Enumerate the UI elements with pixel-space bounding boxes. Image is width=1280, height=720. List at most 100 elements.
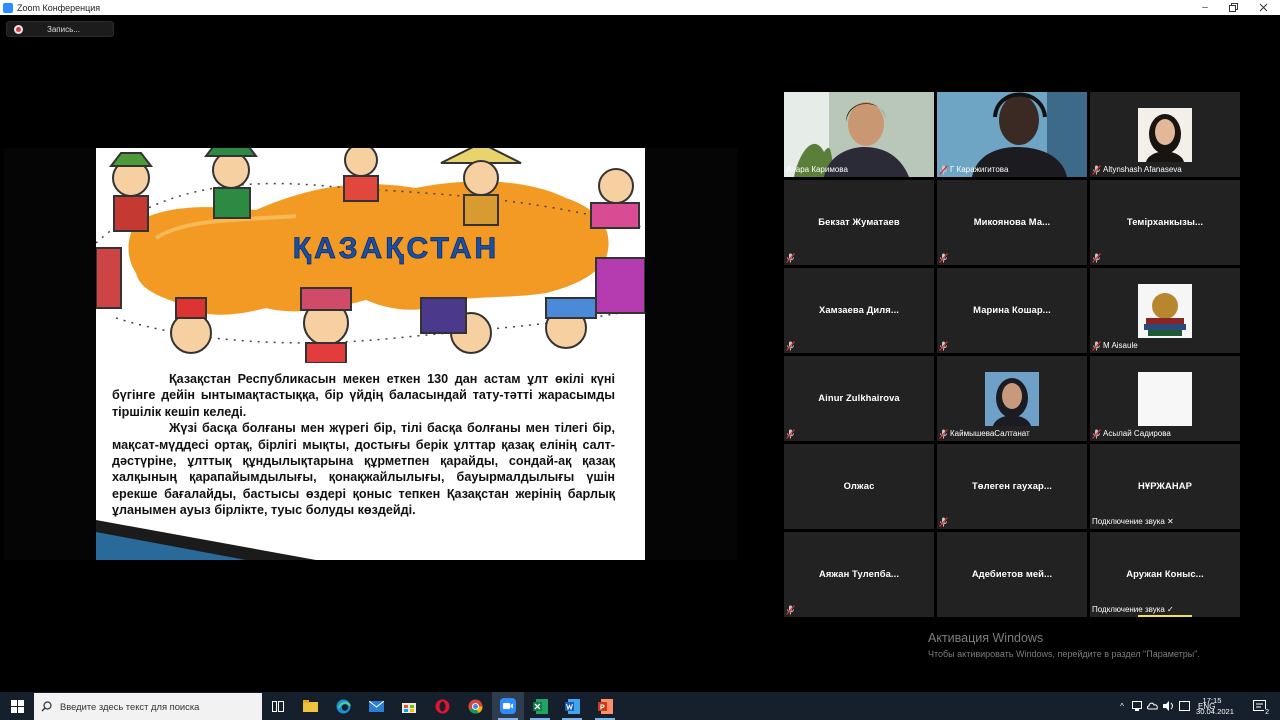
zoom-taskbar-button[interactable] xyxy=(492,692,524,720)
mail-button[interactable] xyxy=(360,692,392,720)
participant-tile[interactable]: Олжас xyxy=(784,444,934,529)
profile-photo-frame xyxy=(1138,108,1192,162)
participant-tile[interactable]: Г Каражигитова xyxy=(937,92,1087,177)
audio-status-label: Подключение звука ✕ xyxy=(1092,517,1174,526)
participant-label xyxy=(939,516,950,527)
windows-logo-icon xyxy=(10,699,24,713)
profile-photo xyxy=(1138,372,1192,426)
participant-label xyxy=(786,252,797,263)
mic-muted-icon xyxy=(939,428,948,439)
mic-muted-icon xyxy=(786,604,795,615)
participant-name: Олжас xyxy=(843,480,875,491)
activation-watermark-text: Чтобы активировать Windows, перейдите в … xyxy=(928,649,1200,659)
powerpoint-button[interactable]: P xyxy=(589,692,621,720)
notifications-button[interactable]: 2 xyxy=(1246,692,1274,720)
mic-muted-icon xyxy=(1092,340,1101,351)
audio-status-label: Подключение звука ✓ xyxy=(1092,605,1174,614)
task-view-icon xyxy=(272,700,284,712)
network-icon[interactable] xyxy=(1132,701,1142,711)
participant-name: Ainur Zulkhairova xyxy=(818,392,900,403)
participant-tile[interactable]: Марина Кошар... xyxy=(937,268,1087,353)
participant-tile[interactable]: Микоянова Ма... xyxy=(937,180,1087,265)
restore-icon xyxy=(1228,3,1238,12)
participant-label: КаймышеваСалтанат xyxy=(939,428,1030,439)
excel-button[interactable] xyxy=(524,692,556,720)
participant-label xyxy=(786,604,797,615)
participant-tile[interactable]: Темірханкызы... xyxy=(1090,180,1240,265)
participant-name: Анара Каримова xyxy=(786,165,848,174)
participant-name: Микоянова Ма... xyxy=(973,216,1051,227)
participant-name: Марина Кошар... xyxy=(973,304,1051,315)
participant-tile[interactable]: НҰРЖАНАР Подключение звука ✕ xyxy=(1090,444,1240,529)
profile-photo-frame xyxy=(1138,372,1192,426)
participant-tile[interactable]: Анара Каримова xyxy=(784,92,934,177)
participant-tile[interactable]: Аружан Коныс... Подключение звука ✓ xyxy=(1090,532,1240,617)
mic-muted-icon xyxy=(939,516,948,527)
participant-tile[interactable]: Адебиетов мей... xyxy=(937,532,1087,617)
child-figure-7 xyxy=(300,287,352,363)
participant-tile[interactable]: Асылай Садирова xyxy=(1090,356,1240,441)
word-button[interactable] xyxy=(556,692,588,720)
search-placeholder: Введите здесь текст для поиска xyxy=(60,701,200,712)
input-indicator-icon[interactable] xyxy=(1179,701,1190,711)
shared-screen: ҚАЗАҚСТАН Қазақстан Республикасын мекен … xyxy=(4,148,737,560)
participant-tile[interactable]: Бекзат Жуматаев xyxy=(784,180,934,265)
profile-photo xyxy=(1138,284,1192,338)
opera-button[interactable] xyxy=(426,692,458,720)
maximize-button[interactable] xyxy=(1218,0,1248,15)
activation-watermark-title: Активация Windows xyxy=(928,631,1044,645)
windows-taskbar: Введите здесь текст для поиска P ^ ENG 1… xyxy=(0,692,1280,720)
slide-paragraph: Жүзі басқа болғаны мен жүрегі бір, тілі … xyxy=(112,421,615,518)
mic-muted-icon xyxy=(939,340,948,351)
participant-label xyxy=(786,340,797,351)
audio-status: Подключение звука ✕ xyxy=(1092,516,1174,527)
window-title: Zoom Конференция xyxy=(17,2,101,13)
mic-muted-icon xyxy=(786,252,795,263)
powerpoint-icon: P xyxy=(597,698,613,714)
participant-name: Аружан Коныс... xyxy=(1126,568,1204,579)
participant-tile[interactable]: Altynshash Afanaseva xyxy=(1090,92,1240,177)
close-button[interactable] xyxy=(1248,0,1278,15)
mic-muted-icon xyxy=(1092,252,1101,263)
participant-tile[interactable]: Төлеген гаухар... xyxy=(937,444,1087,529)
start-button[interactable] xyxy=(0,692,34,720)
participant-name: M Aisaule xyxy=(1103,341,1138,350)
participant-label xyxy=(1092,252,1103,263)
onedrive-icon[interactable] xyxy=(1147,701,1158,711)
speaker-icon[interactable] xyxy=(1163,701,1174,711)
taskbar-clock[interactable]: 17:15 30.04.2021 xyxy=(1196,695,1234,717)
task-view-button[interactable] xyxy=(262,692,294,720)
participant-name: Аяжан Тулепба... xyxy=(818,568,900,579)
participant-name: КаймышеваСалтанат xyxy=(950,429,1030,438)
excel-icon xyxy=(532,698,548,714)
svg-text:P: P xyxy=(600,704,605,711)
participant-tile[interactable]: M Aisaule xyxy=(1090,268,1240,353)
participant-tile[interactable]: Хамзаева Диля... xyxy=(784,268,934,353)
participant-tile[interactable]: Аяжан Тулепба... xyxy=(784,532,934,617)
participant-label: Асылай Садирова xyxy=(1092,428,1171,439)
participant-label xyxy=(939,340,950,351)
store-button[interactable] xyxy=(393,692,425,720)
participant-label: Altynshash Afanaseva xyxy=(1092,164,1182,175)
close-icon xyxy=(1259,3,1267,12)
participant-tile[interactable]: КаймышеваСалтанат xyxy=(937,356,1087,441)
participant-name: Төлеген гаухар... xyxy=(971,480,1052,491)
word-icon xyxy=(564,698,580,714)
participant-name: НҰРЖАНАР xyxy=(1138,480,1192,491)
participant-tile[interactable]: Ainur Zulkhairova xyxy=(784,356,934,441)
tray-chevron-icon[interactable]: ^ xyxy=(1115,702,1129,711)
child-figure-5 xyxy=(590,168,640,229)
minimize-button[interactable]: – xyxy=(1190,0,1220,15)
slide-heading: ҚАЗАҚСТАН xyxy=(293,232,499,265)
mic-muted-icon xyxy=(786,428,795,439)
taskbar-search[interactable]: Введите здесь текст для поиска xyxy=(34,693,262,720)
participant-name: Бекзат Жуматаев xyxy=(818,216,900,227)
edge-button[interactable] xyxy=(327,692,359,720)
file-explorer-button[interactable] xyxy=(294,692,326,720)
mic-muted-icon xyxy=(1092,164,1101,175)
child-figure-1 xyxy=(108,152,154,232)
child-figure-3 xyxy=(343,148,379,202)
mic-muted-icon xyxy=(939,252,948,263)
recording-indicator[interactable]: Запись... xyxy=(6,21,114,37)
chrome-button[interactable] xyxy=(459,692,491,720)
